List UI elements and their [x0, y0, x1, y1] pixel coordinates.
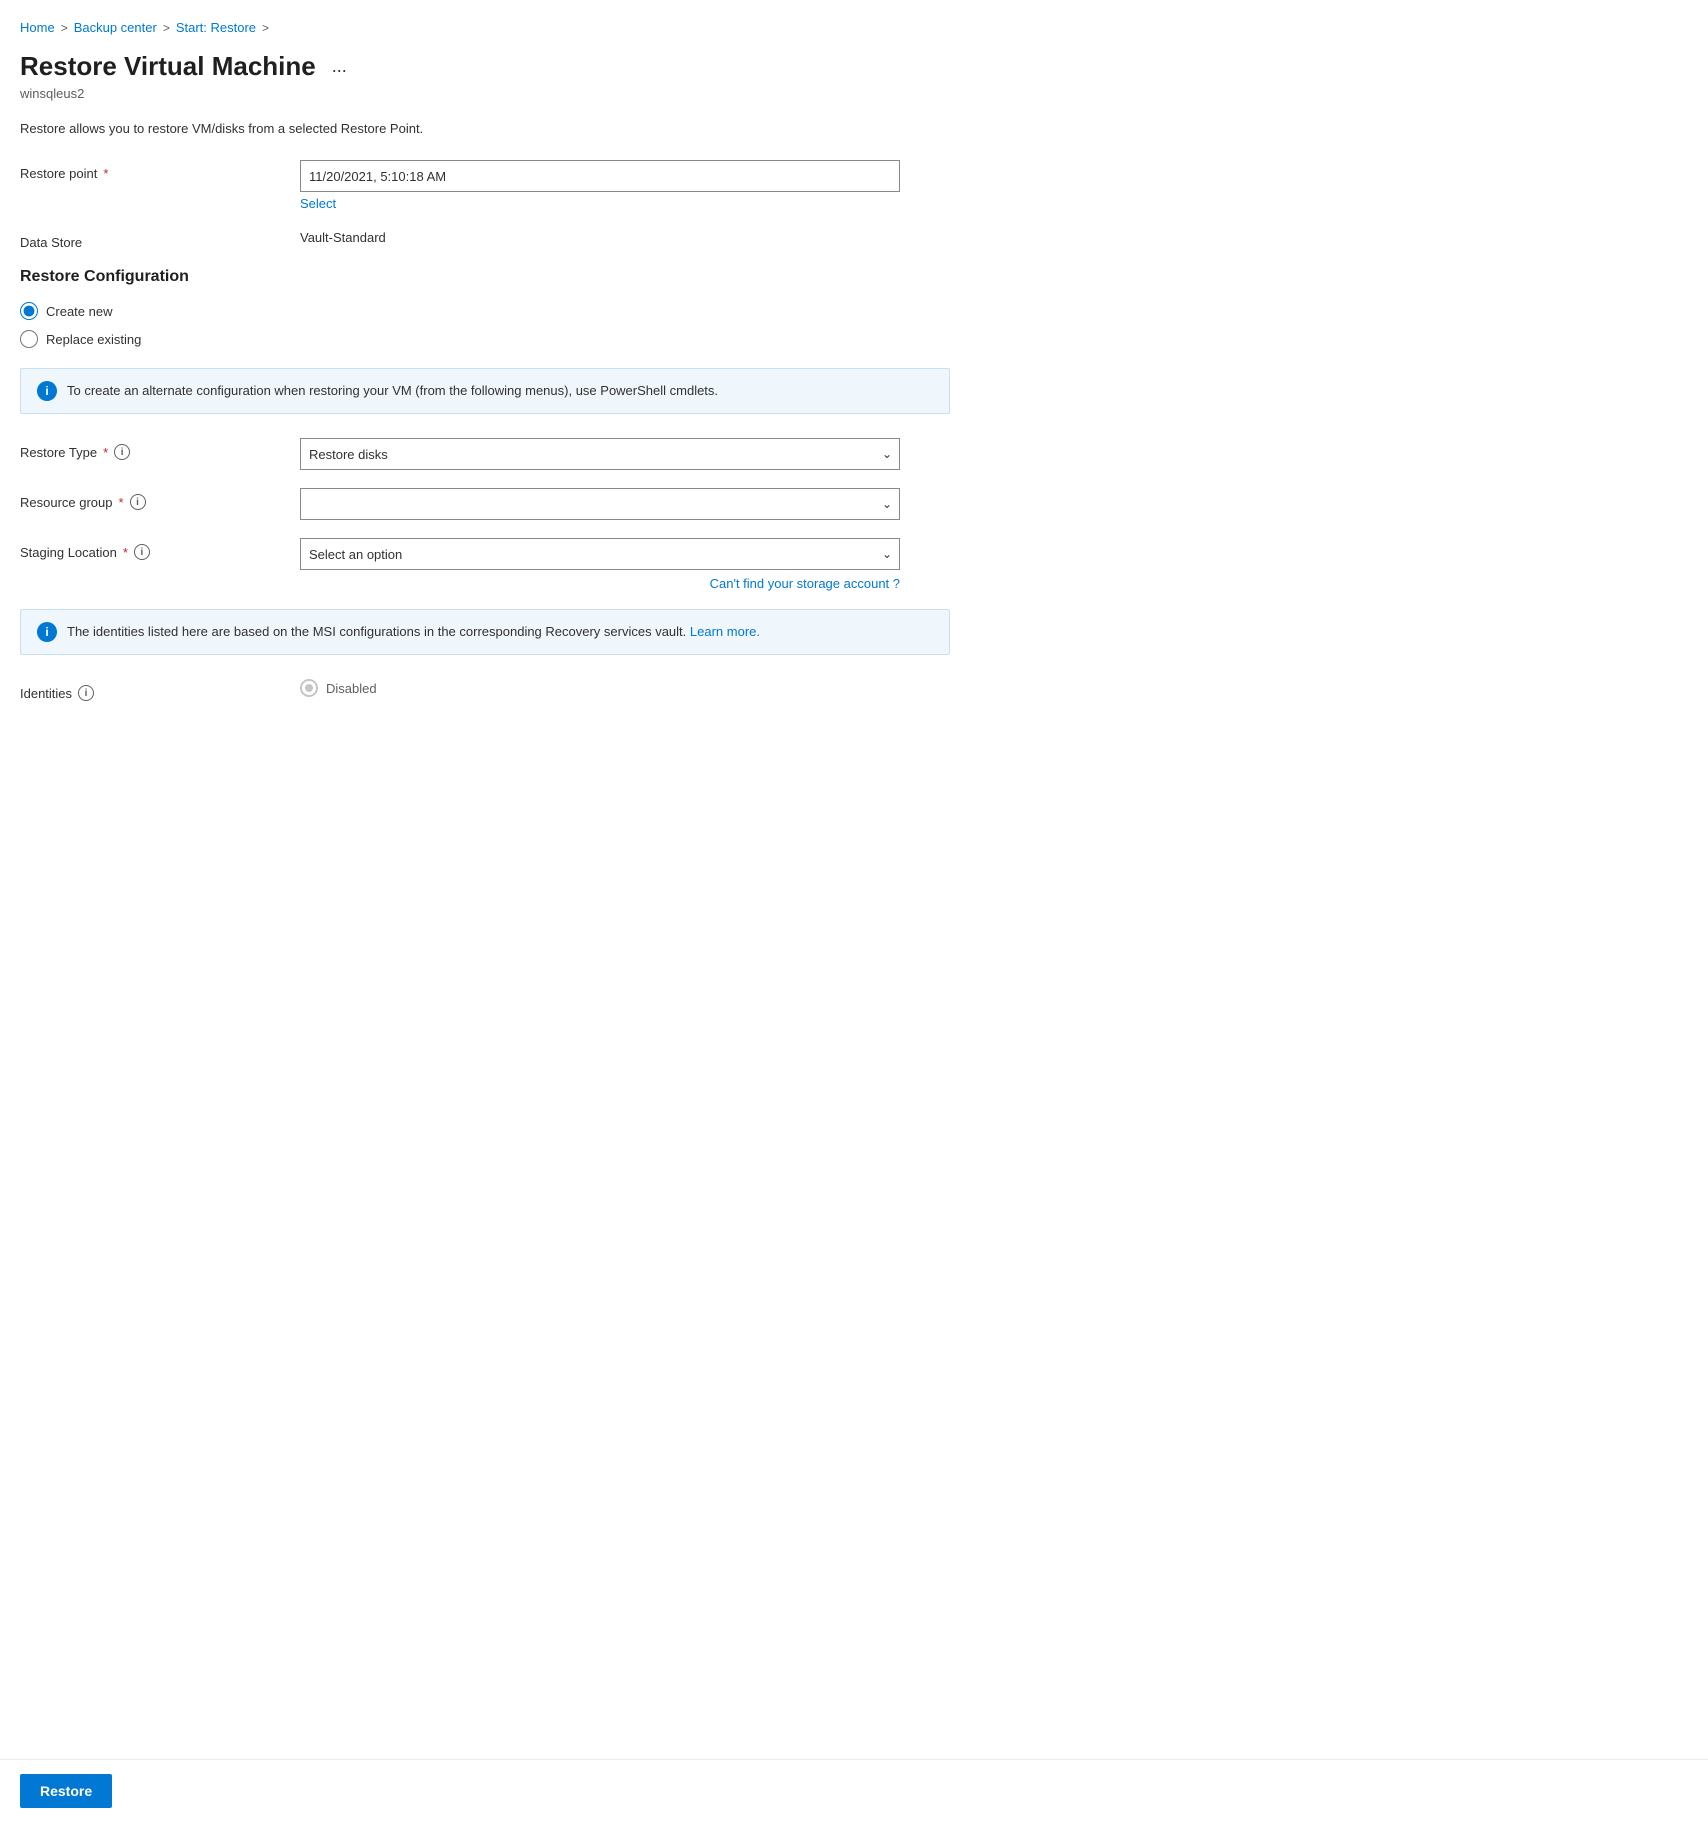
restore-config-title: Restore Configuration	[20, 268, 950, 286]
restore-type-select[interactable]: Restore disks Create virtual machine Rep…	[300, 438, 900, 470]
restore-type-dropdown-container: Restore disks Create virtual machine Rep…	[300, 438, 950, 470]
breadcrumb-home[interactable]: Home	[20, 20, 55, 35]
page-description: Restore allows you to restore VM/disks f…	[20, 121, 950, 136]
required-star-restore-type: *	[103, 445, 108, 460]
resource-group-row: Resource group * i ⌄	[20, 488, 950, 520]
restore-type-info-icon: i	[114, 444, 130, 460]
create-new-option[interactable]: Create new	[20, 302, 950, 320]
info-banner-identities: i The identities listed here are based o…	[20, 609, 950, 655]
info-icon-powershell: i	[37, 381, 57, 401]
resource-group-info-icon: i	[130, 494, 146, 510]
restore-config-radio-group: Create new Replace existing	[20, 302, 950, 348]
identities-value: Disabled	[326, 681, 377, 696]
restore-point-input[interactable]	[300, 160, 900, 192]
create-new-label: Create new	[46, 304, 112, 319]
breadcrumb-sep-3: >	[262, 21, 269, 35]
staging-location-label: Staging Location * i	[20, 538, 300, 560]
restore-button[interactable]: Restore	[20, 1774, 112, 1808]
footer: Restore	[0, 1759, 1708, 1822]
cant-find-storage-link[interactable]: Can't find your storage account ?	[300, 576, 900, 591]
breadcrumb: Home > Backup center > Start: Restore >	[20, 20, 950, 35]
resource-group-dropdown[interactable]: ⌄	[300, 488, 900, 520]
restore-point-label: Restore point *	[20, 160, 300, 181]
page-subtitle: winsqleus2	[20, 86, 950, 101]
breadcrumb-backup-center[interactable]: Backup center	[74, 20, 157, 35]
info-banner-identities-text: The identities listed here are based on …	[67, 622, 760, 642]
resource-group-label: Resource group * i	[20, 488, 300, 510]
breadcrumb-start-restore[interactable]: Start: Restore	[176, 20, 256, 35]
info-banner-powershell-text: To create an alternate configuration whe…	[67, 381, 718, 401]
data-store-row: Data Store Vault-Standard	[20, 229, 950, 250]
identities-value-container: Disabled	[300, 679, 950, 697]
breadcrumb-sep-1: >	[61, 21, 68, 35]
resource-group-dropdown-container: ⌄	[300, 488, 950, 520]
page-title: Restore Virtual Machine	[20, 51, 316, 82]
restore-point-value-container: Select	[300, 160, 950, 211]
restore-type-dropdown[interactable]: Restore disks Create virtual machine Rep…	[300, 438, 900, 470]
replace-existing-label: Replace existing	[46, 332, 141, 347]
staging-location-select[interactable]: Select an option	[300, 538, 900, 570]
staging-location-row: Staging Location * i Select an option ⌄ …	[20, 538, 950, 591]
replace-existing-radio[interactable]	[20, 330, 38, 348]
replace-existing-option[interactable]: Replace existing	[20, 330, 950, 348]
learn-more-link[interactable]: Learn more.	[690, 624, 760, 639]
data-store-value: Vault-Standard	[300, 229, 950, 245]
required-star-restore-point: *	[103, 166, 108, 181]
breadcrumb-sep-2: >	[163, 21, 170, 35]
staging-location-dropdown[interactable]: Select an option ⌄	[300, 538, 900, 570]
identities-radio-inner	[305, 684, 313, 692]
required-star-staging-location: *	[123, 545, 128, 560]
data-store-label: Data Store	[20, 229, 300, 250]
restore-type-label: Restore Type * i	[20, 438, 300, 460]
create-new-radio[interactable]	[20, 302, 38, 320]
ellipsis-button[interactable]: ...	[326, 54, 353, 79]
restore-point-row: Restore point * Select	[20, 160, 950, 211]
staging-location-info-icon: i	[134, 544, 150, 560]
restore-type-row: Restore Type * i Restore disks Create vi…	[20, 438, 950, 470]
resource-group-select[interactable]	[300, 488, 900, 520]
required-star-resource-group: *	[119, 495, 124, 510]
identities-info-icon: i	[78, 685, 94, 701]
identities-label: Identities i	[20, 679, 300, 701]
staging-location-dropdown-container: Select an option ⌄ Can't find your stora…	[300, 538, 950, 591]
identities-row: Identities i Disabled	[20, 679, 950, 701]
identities-radio-disabled	[300, 679, 318, 697]
info-banner-powershell: i To create an alternate configuration w…	[20, 368, 950, 414]
select-link[interactable]: Select	[300, 196, 950, 211]
info-icon-identities: i	[37, 622, 57, 642]
